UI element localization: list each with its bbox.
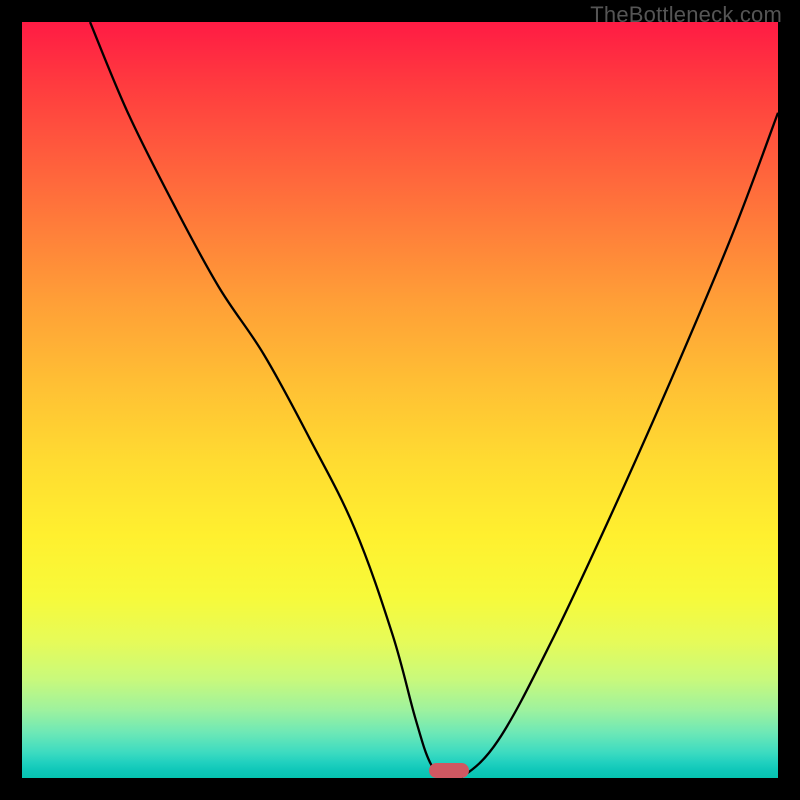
bottleneck-curve-path bbox=[90, 22, 778, 778]
curve-overlay bbox=[22, 22, 778, 778]
optimal-marker bbox=[429, 763, 469, 778]
chart-container: TheBottleneck.com bbox=[0, 0, 800, 800]
plot-area bbox=[22, 22, 778, 778]
